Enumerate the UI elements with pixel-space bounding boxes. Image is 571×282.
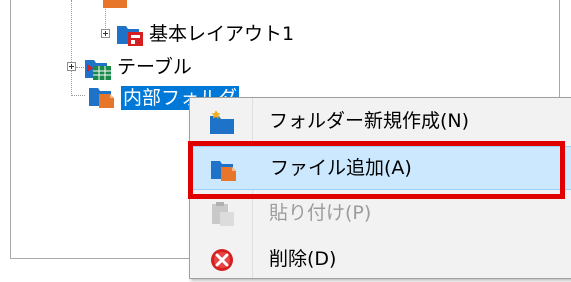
delete-icon [211,249,233,271]
menu-item-label: 貼り付け(P) [269,202,372,224]
expand-toggle[interactable] [67,62,76,71]
layout-folder-icon [117,26,143,46]
menu-item-delete[interactable]: 削除(D) [190,238,571,282]
context-menu: フォルダー新規作成(N) ファイル追加(A) 貼り付け(P) 削除(D) [189,97,571,279]
tree-connector-line [71,95,85,96]
expand-toggle[interactable] [101,29,110,38]
menu-item-new-folder[interactable]: フォルダー新規作成(N) [190,100,571,144]
menu-item-label: ファイル追加(A) [270,157,412,179]
menu-item-paste[interactable]: 貼り付け(P) [190,192,571,236]
menu-item-add-file[interactable]: ファイル追加(A) [190,146,571,190]
add-file-icon [211,161,236,181]
new-folder-icon [210,110,234,134]
tree-node-label[interactable]: テーブル [117,55,192,79]
table-folder-icon [85,60,111,80]
tree-node-label[interactable]: 基本レイアウト1 [149,22,294,46]
menu-item-label: 削除(D) [269,248,337,270]
menu-item-label: フォルダー新規作成(N) [269,110,470,132]
internal-folder-icon [89,88,114,108]
paste-icon [212,202,234,226]
folder-icon [103,0,127,8]
tree-connector-line [71,0,72,96]
